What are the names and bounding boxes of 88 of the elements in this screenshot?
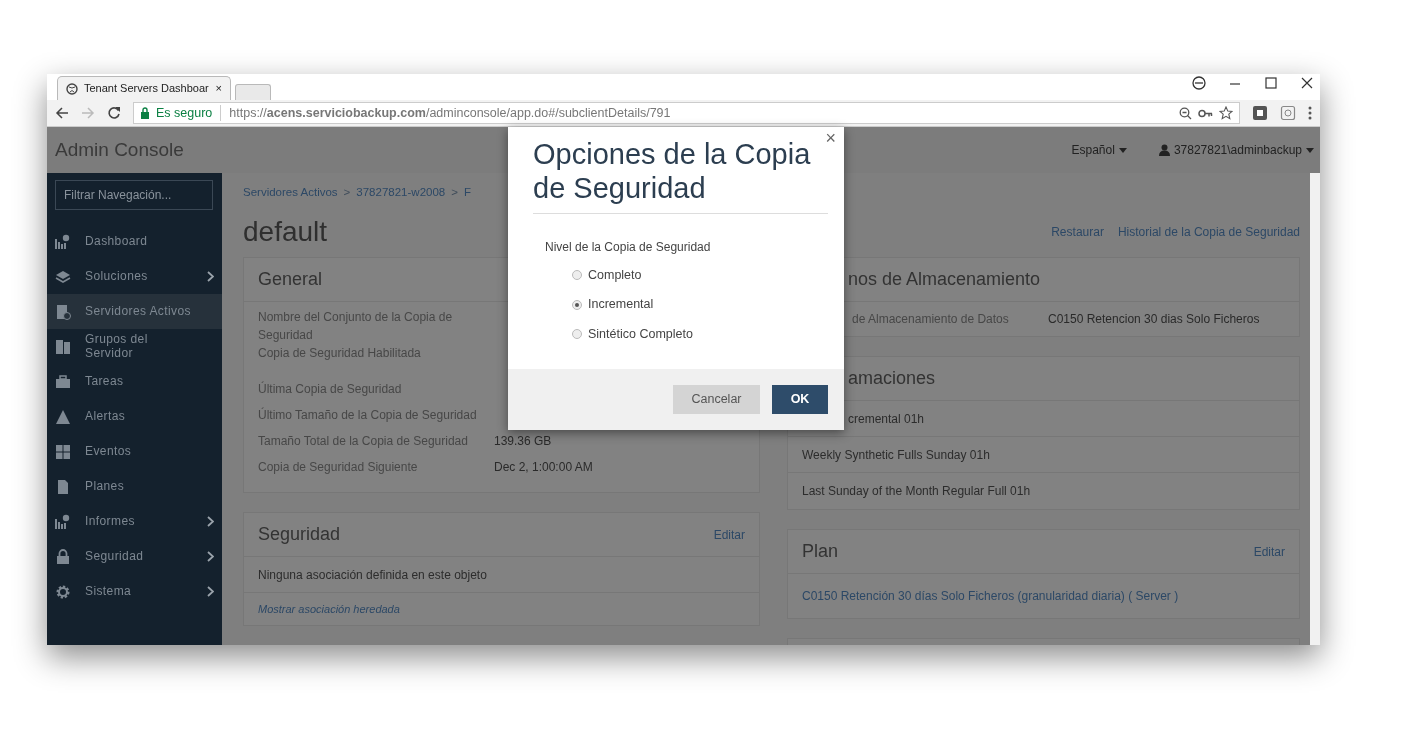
breadcrumb-separator: > <box>343 185 351 201</box>
caret-icon <box>1306 147 1314 153</box>
settings-icon <box>55 583 71 600</box>
sidebar-item[interactable]: Soluciones <box>47 259 222 294</box>
edit-link[interactable]: Editar <box>713 525 745 544</box>
user-icon <box>1158 144 1170 156</box>
sidebar-item[interactable]: Sistema <box>47 574 222 609</box>
field-label: de Almacenamiento de Datos <box>851 311 1010 328</box>
field-value: C0150 Retencion 30 dias Solo Ficheros <box>1048 311 1260 328</box>
field-label: Copia de Seguridad Siguiente <box>258 459 419 476</box>
ok-button[interactable]: OK <box>772 384 828 414</box>
field-label: Tamaño Total de la Copia de Seguridad <box>258 433 469 450</box>
field-label: Nivel de la Copia de Seguridad <box>545 239 712 257</box>
sidebar-item[interactable]: Seguridad <box>47 539 222 574</box>
language-dropdown[interactable]: Español <box>1071 141 1127 159</box>
user-menu[interactable]: 37827821\adminbackup <box>1158 141 1314 159</box>
radio-button[interactable] <box>572 270 582 281</box>
briefcase-icon <box>55 373 71 390</box>
url-text: https://acens.serviciobackup.com/adminconsole/app.do#/subclientDetails/791 <box>229 104 671 122</box>
maximize-icon[interactable] <box>1264 76 1278 90</box>
back-icon[interactable] <box>55 106 69 120</box>
lock-icon <box>55 548 71 565</box>
layers-icon <box>55 268 71 285</box>
breadcrumb-link[interactable]: Servidores Activos <box>243 184 338 202</box>
card-title: amaciones <box>847 367 936 390</box>
servers-icon <box>55 338 71 355</box>
filter-field[interactable]: Filtrar Navegación... <box>55 180 213 210</box>
cancel-button[interactable]: Cancelar <box>673 384 760 414</box>
menu-icon[interactable] <box>1308 106 1312 120</box>
field-value: 139.36 GB <box>494 433 552 450</box>
chart-icon <box>55 233 71 250</box>
zoom-out-icon[interactable] <box>1179 106 1192 120</box>
field-label: Copia de Seguridad Habilitada <box>258 345 422 362</box>
action-link[interactable]: Restaurar <box>1051 223 1104 241</box>
schedule-item[interactable]: Weekly Synthetic Fulls Sunday 01h <box>788 437 1299 473</box>
card-title: Plan <box>802 540 839 563</box>
chart-icon <box>55 513 71 530</box>
close-button[interactable]: × <box>825 129 836 147</box>
lock-icon <box>140 107 150 119</box>
extension-icon[interactable] <box>1252 105 1268 121</box>
extension-icon[interactable] <box>1280 105 1296 121</box>
caret-icon <box>1118 148 1127 154</box>
account-icon[interactable] <box>1192 76 1206 90</box>
reload-icon[interactable] <box>107 106 121 120</box>
field-label: Nombre del Conjunto de la Copia de Seguridad <box>258 309 454 344</box>
calendar-icon <box>55 443 71 460</box>
browser-tab[interactable]: Tenant Servers Dashboar × <box>57 76 231 100</box>
field-value: Dec 2, 1:00:00 AM <box>494 459 593 476</box>
page-title: default <box>243 218 328 246</box>
action-link[interactable]: Historial de la Copia de Seguridad <box>1117 223 1300 241</box>
schedule-item[interactable]: Last Sunday of the Month Regular Full 01h <box>788 473 1299 509</box>
radio-button[interactable] <box>572 299 582 310</box>
modal-title: Opciones de la Copia de Seguridad <box>533 137 828 215</box>
scrollbar[interactable] <box>1310 173 1320 645</box>
server-icon <box>55 303 71 320</box>
edit-link[interactable]: Editar <box>1253 542 1285 561</box>
sidebar-item[interactable]: Tareas <box>47 364 222 399</box>
warning-icon <box>55 408 71 425</box>
close-icon[interactable] <box>1300 76 1314 90</box>
sidebar-item[interactable]: Eventos <box>47 434 222 469</box>
field-label: Último Tamaño de la Copia de Seguridad <box>258 406 478 424</box>
breadcrumb-link[interactable]: F <box>463 184 471 202</box>
sidebar-item[interactable]: Servidores Activos <box>47 294 222 329</box>
sidebar-item[interactable]: Informes <box>47 504 222 539</box>
plan-link[interactable]: C0150 Retención 30 días Solo Ficheros (granularidad diaria) ( Server ) <box>802 587 1179 605</box>
tab-title: Tenant Servers Dashboar <box>84 81 210 97</box>
breadcrumb-link[interactable]: 37827821-w2008 <box>356 184 446 202</box>
sidebar-item[interactable]: Alertas <box>47 399 222 434</box>
breadcrumb-separator: > <box>451 185 458 201</box>
address-bar[interactable]: Es seguro https://acens.serviciobackup.com/adminconsole/app.do#/subclientDetails/791 <box>133 102 1240 124</box>
card-title: nos de Almacenamiento <box>847 268 1041 291</box>
inherited-link[interactable]: Mostrar asociación heredada <box>258 600 400 618</box>
card-title: Seguridad <box>258 523 341 546</box>
radio-button[interactable] <box>572 329 582 340</box>
card-title: General <box>258 268 323 291</box>
app-title: Admin Console <box>55 137 184 162</box>
radio-option[interactable]: Completo <box>572 260 828 290</box>
sidebar-item[interactable]: Grupos del Servidor <box>47 329 222 364</box>
document-icon <box>55 478 71 495</box>
tab-close-button[interactable]: × <box>215 80 222 97</box>
radio-option[interactable]: Incremental <box>572 289 828 320</box>
radio-option[interactable]: Sintético Completo <box>572 319 828 349</box>
sidebar-item[interactable]: Planes <box>47 469 222 504</box>
security-label: Es seguro <box>156 104 213 122</box>
field-label: Última Copia de Seguridad <box>258 380 403 398</box>
star-icon[interactable] <box>1219 106 1233 120</box>
sidebar-item[interactable]: Dashboard <box>47 224 222 259</box>
message-text: Ninguna asociación definida en este objeto <box>244 557 759 593</box>
